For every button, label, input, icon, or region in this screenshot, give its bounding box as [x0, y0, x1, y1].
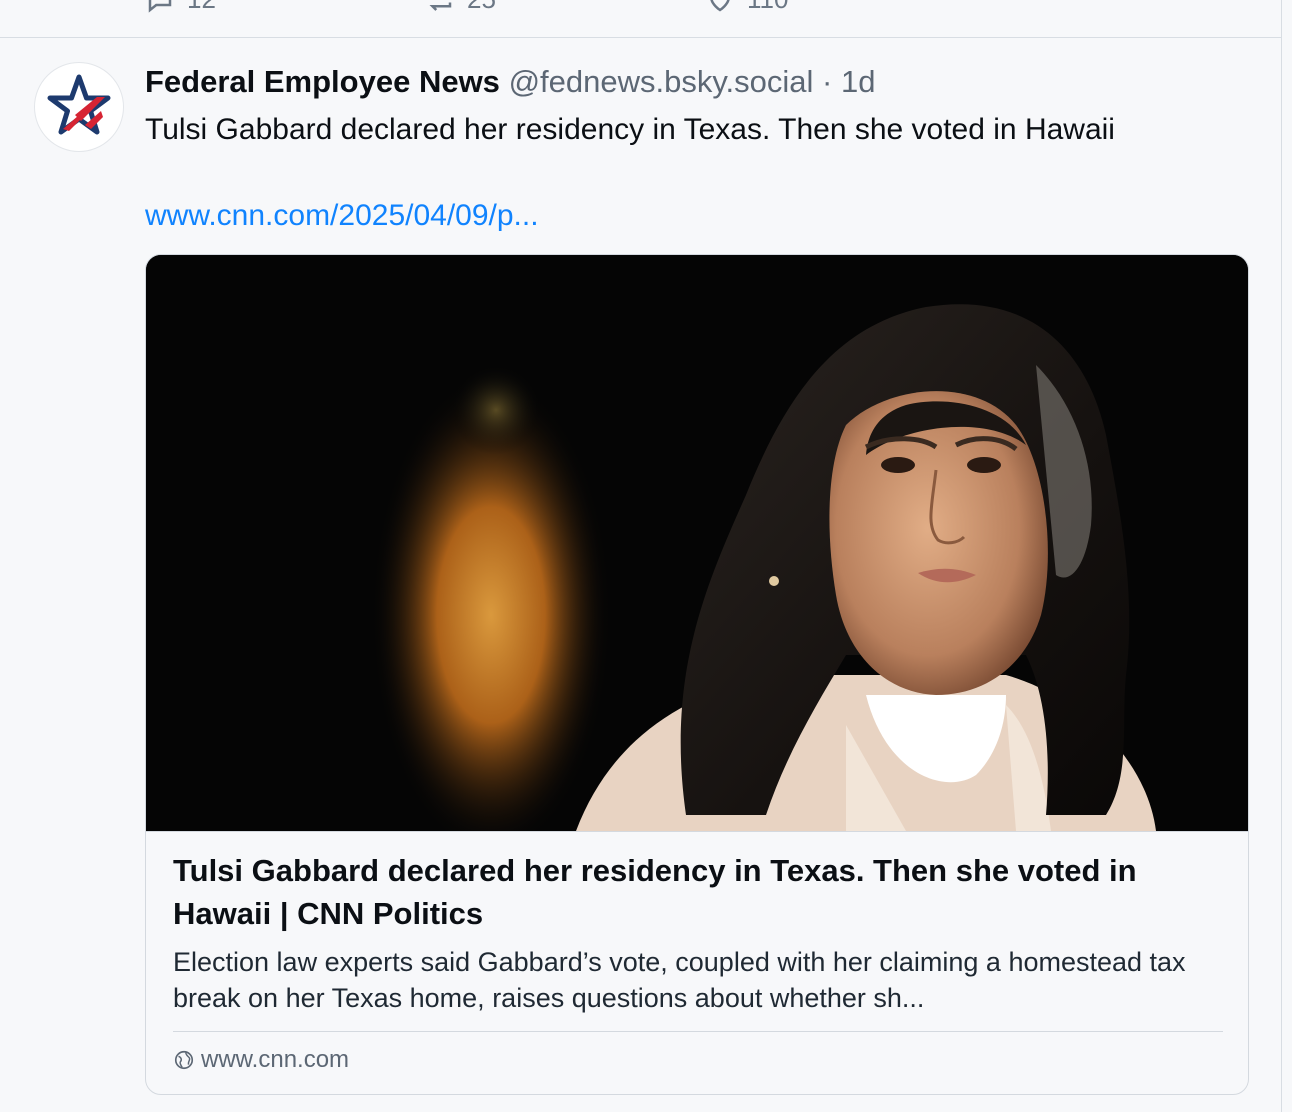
domain-text: www.cnn.com	[201, 1046, 350, 1073]
like-count: 110	[747, 0, 788, 15]
card-divider	[173, 1031, 1223, 1032]
link-preview-card[interactable]: Tulsi Gabbard declared her residency in …	[145, 254, 1249, 1095]
globe-icon	[174, 1050, 194, 1070]
post-header: Federal Employee News @fednews.bsky.soci…	[145, 62, 875, 102]
repost-count: 25	[467, 0, 496, 15]
author-avatar[interactable]	[34, 62, 124, 152]
star-flag-logo	[47, 74, 111, 135]
portrait-photo	[146, 255, 1248, 855]
reply-count: 12	[187, 0, 216, 15]
post-link[interactable]: www.cnn.com/2025/04/09/p...	[145, 196, 539, 236]
repost-button[interactable]: 25	[425, 0, 705, 15]
reply-icon	[148, 0, 172, 13]
link-preview-description: Election law experts said Gabbard’s vote…	[173, 947, 1186, 1013]
link-preview-image[interactable]	[146, 255, 1248, 855]
author-display-name[interactable]: Federal Employee News	[145, 64, 500, 99]
author-handle[interactable]: @fednews.bsky.social	[509, 64, 814, 99]
post-text: Tulsi Gabbard declared her residency in …	[145, 113, 1115, 146]
feed-post[interactable]: Federal Employee News @fednews.bsky.soci…	[0, 38, 1281, 1112]
like-button[interactable]: 110	[705, 0, 985, 15]
previous-post-actions: 12 25 110	[0, 0, 1282, 38]
feed-right-border	[1281, 0, 1282, 1112]
header-separator: ·	[822, 64, 833, 99]
link-preview-title[interactable]: Tulsi Gabbard declared her residency in …	[173, 849, 1223, 935]
repost-icon	[429, 2, 452, 11]
reply-button[interactable]: 12	[145, 0, 425, 15]
link-preview-domain: www.cnn.com	[173, 1046, 349, 1074]
heart-icon	[710, 0, 730, 11]
post-timestamp[interactable]: 1d	[841, 64, 875, 99]
